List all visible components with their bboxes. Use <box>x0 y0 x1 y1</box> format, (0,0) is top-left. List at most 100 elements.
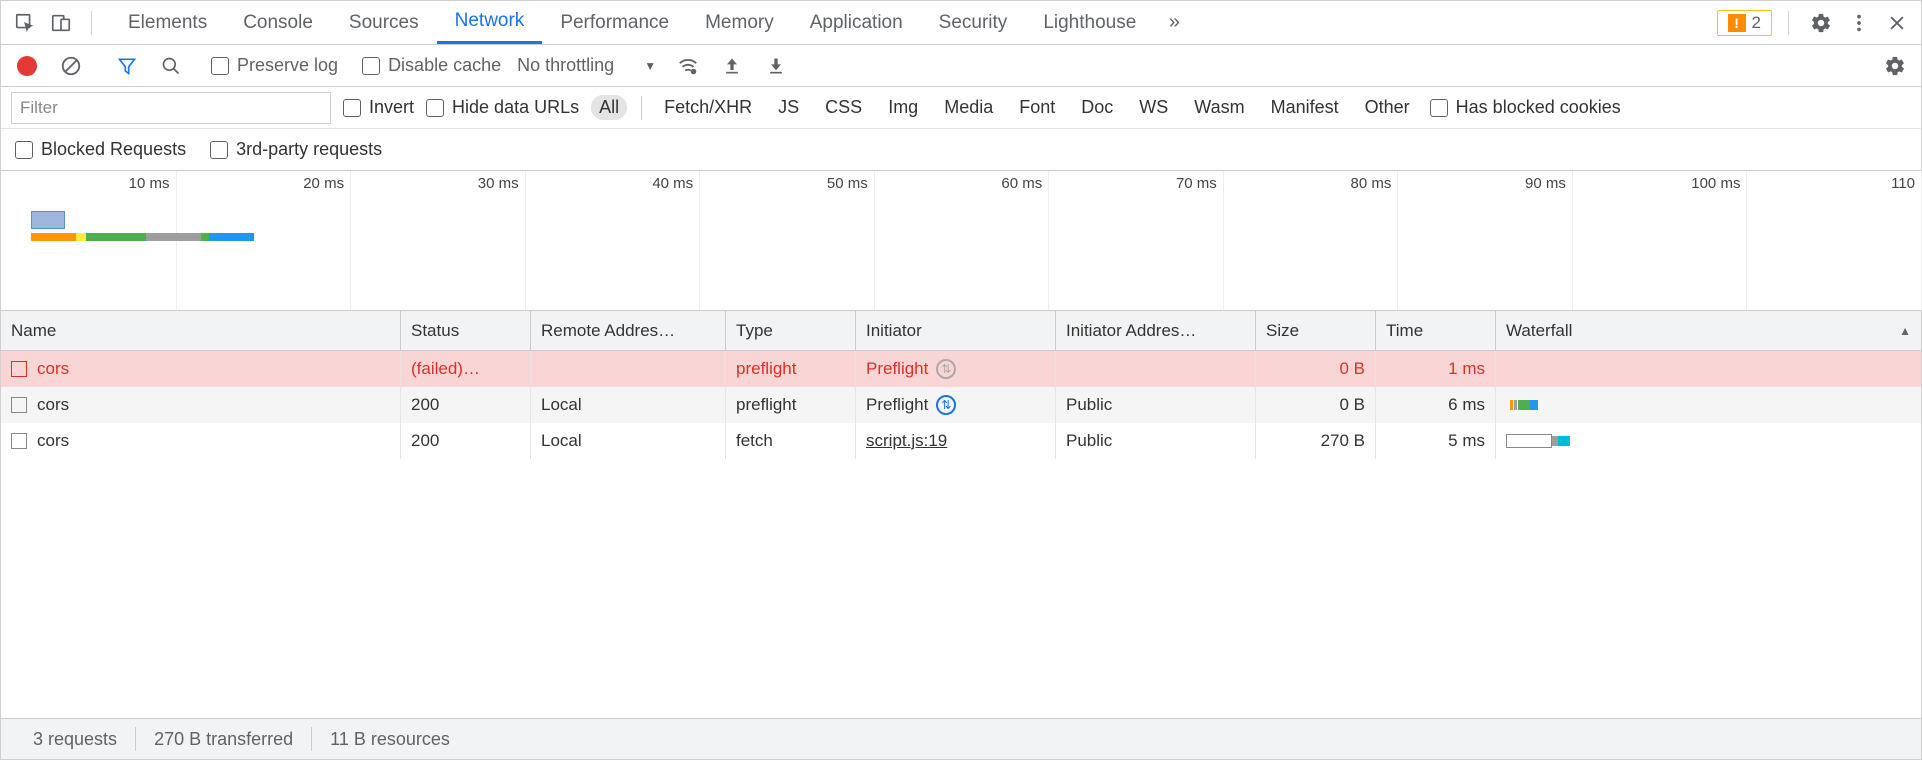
overview-gridline <box>1223 171 1224 310</box>
third-party-checkbox[interactable]: 3rd-party requests <box>210 139 382 160</box>
table-row[interactable]: cors(failed)…preflightPreflight⇅0 B1 ms <box>1 351 1921 387</box>
table-row[interactable]: cors200LocalpreflightPreflight⇅Public0 B… <box>1 387 1921 423</box>
invert-checkbox[interactable]: Invert <box>343 97 414 118</box>
upload-har-icon[interactable] <box>716 50 748 82</box>
type-filter-doc[interactable]: Doc <box>1073 95 1121 120</box>
type-filter-js[interactable]: JS <box>770 95 807 120</box>
type-filter-img[interactable]: Img <box>880 95 926 120</box>
waterfall-segment <box>1510 400 1513 410</box>
tab-memory[interactable]: Memory <box>687 1 792 44</box>
network-conditions-icon[interactable] <box>672 50 704 82</box>
divider <box>641 96 642 120</box>
device-toolbar-icon[interactable] <box>45 7 77 39</box>
has-blocked-cookies-checkbox[interactable]: Has blocked cookies <box>1430 97 1621 118</box>
third-party-label: 3rd-party requests <box>236 139 382 160</box>
inspect-element-icon[interactable] <box>9 7 41 39</box>
status-transferred: 270 B transferred <box>136 729 311 750</box>
waterfall-segment <box>1506 434 1552 448</box>
status-requests: 3 requests <box>15 729 135 750</box>
overview-gridline <box>1048 171 1049 310</box>
overview-selection[interactable] <box>31 211 65 229</box>
clear-button[interactable] <box>55 50 87 82</box>
tab-performance[interactable]: Performance <box>542 1 687 44</box>
status-bar: 3 requests 270 B transferred 11 B resour… <box>1 719 1921 759</box>
blocked-requests-label: Blocked Requests <box>41 139 186 160</box>
type-filter-css[interactable]: CSS <box>817 95 870 120</box>
type-filter-manifest[interactable]: Manifest <box>1263 95 1347 120</box>
table-row[interactable]: cors200Localfetchscript.js:19Public270 B… <box>1 423 1921 459</box>
col-type[interactable]: Type <box>726 311 856 350</box>
type-filter-wasm[interactable]: Wasm <box>1186 95 1252 120</box>
download-har-icon[interactable] <box>760 50 792 82</box>
type-filter-all[interactable]: All <box>591 95 627 120</box>
tab-lighthouse[interactable]: Lighthouse <box>1025 1 1154 44</box>
overview-bar <box>176 233 201 241</box>
col-initiator[interactable]: Initiator <box>856 311 1056 350</box>
col-waterfall[interactable]: Waterfall ▲ <box>1496 311 1921 350</box>
preserve-log-label: Preserve log <box>237 55 338 76</box>
waterfall-cell <box>1496 387 1921 423</box>
filter-input[interactable] <box>11 92 331 124</box>
tab-network[interactable]: Network <box>437 1 543 44</box>
type-filter-ws[interactable]: WS <box>1131 95 1176 120</box>
disable-cache-checkbox[interactable]: Disable cache <box>362 55 501 76</box>
issues-count: 2 <box>1752 13 1761 33</box>
throttling-select[interactable]: No throttling ▼ <box>513 53 660 78</box>
waterfall-segment <box>1514 400 1517 410</box>
filter-row: Invert Hide data URLs All Fetch/XHR JS CSS I… <box>1 87 1921 129</box>
hide-data-urls-label: Hide data URLs <box>452 97 579 118</box>
filter-toggle-icon[interactable] <box>111 50 143 82</box>
table-header: Name Status Remote Addres… Type Initiato… <box>1 311 1921 351</box>
warning-icon: ! <box>1728 14 1746 32</box>
sort-asc-icon: ▲ <box>1899 324 1911 338</box>
search-icon[interactable] <box>155 50 187 82</box>
network-table: Name Status Remote Addres… Type Initiato… <box>1 311 1921 719</box>
filter-row-2: Blocked Requests 3rd-party requests <box>1 129 1921 171</box>
waterfall-cell <box>1496 423 1921 459</box>
tab-security[interactable]: Security <box>921 1 1026 44</box>
has-blocked-cookies-label: Has blocked cookies <box>1456 97 1621 118</box>
waterfall-segment <box>1558 436 1570 446</box>
blocked-requests-checkbox[interactable]: Blocked Requests <box>15 139 186 160</box>
more-tabs-icon[interactable]: » <box>1158 7 1190 39</box>
divider <box>1788 11 1789 35</box>
timeline-overview[interactable]: 10 ms20 ms30 ms40 ms50 ms60 ms70 ms80 ms… <box>1 171 1921 311</box>
tab-application[interactable]: Application <box>792 1 921 44</box>
kebab-menu-icon[interactable] <box>1843 7 1875 39</box>
initiator-text: Preflight <box>866 395 928 415</box>
request-name: cors <box>37 359 69 379</box>
throttling-value: No throttling <box>517 55 614 76</box>
issues-badge[interactable]: ! 2 <box>1717 10 1772 36</box>
initiator-link[interactable]: script.js:19 <box>866 431 947 451</box>
type-filter-media[interactable]: Media <box>936 95 1001 120</box>
record-button[interactable] <box>11 50 43 82</box>
invert-label: Invert <box>369 97 414 118</box>
col-size[interactable]: Size <box>1256 311 1376 350</box>
request-name: cors <box>37 395 69 415</box>
col-initiator-addr[interactable]: Initiator Addres… <box>1056 311 1256 350</box>
close-devtools-icon[interactable] <box>1881 7 1913 39</box>
col-name[interactable]: Name <box>1 311 401 350</box>
overview-gridline <box>1746 171 1747 310</box>
overview-gridline <box>350 171 351 310</box>
settings-gear-icon[interactable] <box>1805 7 1837 39</box>
tab-sources[interactable]: Sources <box>331 1 437 44</box>
panel-tabs-row: ElementsConsoleSourcesNetworkPerformance… <box>1 1 1921 45</box>
tab-elements[interactable]: Elements <box>110 1 225 44</box>
type-filter-font[interactable]: Font <box>1011 95 1063 120</box>
col-time[interactable]: Time <box>1376 311 1496 350</box>
network-settings-gear-icon[interactable] <box>1879 50 1911 82</box>
preflight-swap-icon: ⇅ <box>936 395 956 415</box>
waterfall-segment <box>1518 400 1530 410</box>
col-status[interactable]: Status <box>401 311 531 350</box>
preserve-log-checkbox[interactable]: Preserve log <box>211 55 338 76</box>
tab-console[interactable]: Console <box>225 1 331 44</box>
overview-bar <box>76 233 86 241</box>
hide-data-urls-checkbox[interactable]: Hide data URLs <box>426 97 579 118</box>
col-remote[interactable]: Remote Addres… <box>531 311 726 350</box>
waterfall-segment <box>1530 400 1538 410</box>
type-filter-other[interactable]: Other <box>1357 95 1418 120</box>
overview-bar <box>86 233 146 241</box>
request-name: cors <box>37 431 69 451</box>
type-filter-fetchxhr[interactable]: Fetch/XHR <box>656 95 760 120</box>
